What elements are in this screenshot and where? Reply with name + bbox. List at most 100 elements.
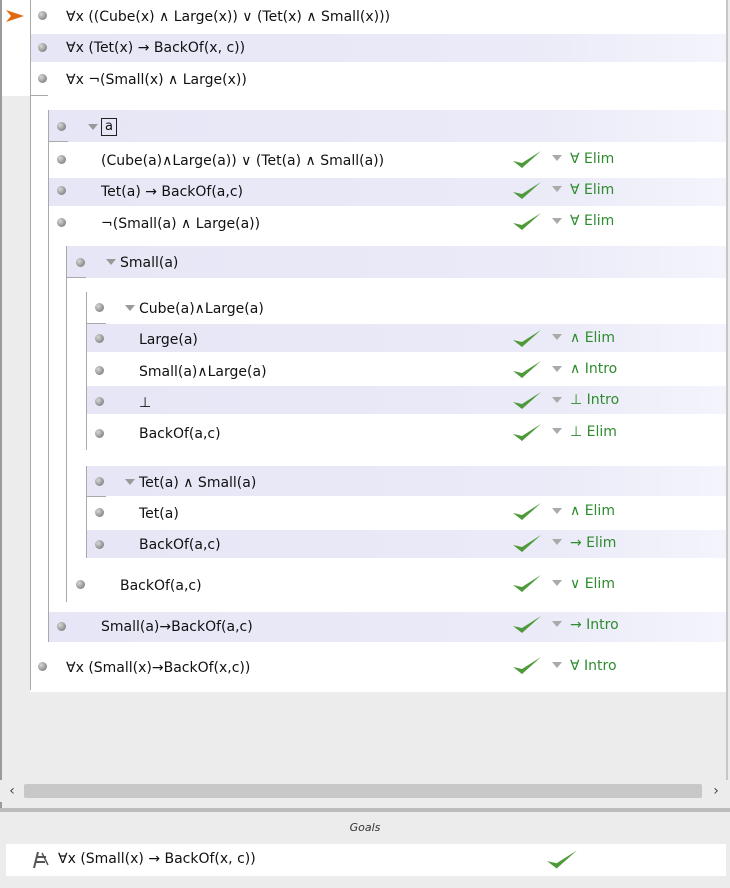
checkmark-icon — [513, 575, 541, 592]
step-focus-dot[interactable] — [57, 122, 66, 131]
checkmark-icon — [513, 535, 541, 552]
horizontal-scrollbar[interactable]: ‹ › — [0, 780, 730, 802]
checkmark-icon — [513, 616, 541, 633]
case1-scope-line — [86, 292, 87, 450]
collapse-triangle-icon[interactable] — [125, 305, 135, 311]
checkmark-icon — [513, 330, 541, 347]
rule-menu-triangle-icon[interactable] — [552, 155, 562, 161]
step-formula[interactable]: (Cube(a)∧Large(a)) ∨ (Tet(a) ∧ Small(a)) — [101, 152, 384, 170]
step-formula[interactable]: ¬(Small(a) ∧ Large(a)) — [101, 215, 260, 233]
chevron-right-icon[interactable]: › — [708, 782, 724, 800]
pane-right-border — [726, 0, 728, 780]
rule-menu-triangle-icon[interactable] — [552, 508, 562, 514]
step-focus-dot[interactable] — [57, 622, 66, 631]
checkmark-icon — [513, 503, 541, 520]
collapse-triangle-icon[interactable] — [106, 259, 116, 265]
rule-label[interactable]: ∀ Intro — [570, 657, 617, 675]
step-formula[interactable]: BackOf(a,c) — [120, 577, 202, 595]
case2-scope-line — [86, 466, 87, 558]
step-focus-dot[interactable] — [38, 74, 47, 83]
step-focus-dot[interactable] — [95, 366, 104, 375]
rule-label[interactable]: ⊥ Intro — [570, 391, 619, 409]
goal-turnstile-icon — [33, 851, 49, 869]
step-focus-dot[interactable] — [38, 662, 47, 671]
premise-fitch-bar — [30, 95, 48, 96]
premise-formula[interactable]: ∀x (Tet(x) → BackOf(x, c)) — [66, 39, 245, 57]
rule-menu-triangle-icon[interactable] — [552, 366, 562, 372]
boxed-constant: a — [101, 118, 117, 136]
subproof-small-scope-line — [66, 246, 67, 602]
step-formula[interactable]: BackOf(a,c) — [139, 536, 221, 554]
rule-label[interactable]: ⊥ Elim — [570, 423, 617, 441]
rule-menu-triangle-icon[interactable] — [552, 397, 562, 403]
step-focus-dot[interactable] — [57, 186, 66, 195]
step-formula[interactable]: Small(a)∧Large(a) — [139, 363, 267, 381]
step-formula[interactable]: Small(a)→BackOf(a,c) — [101, 618, 253, 636]
step-focus-dot[interactable] — [95, 397, 104, 406]
rule-label[interactable]: ∨ Elim — [570, 575, 615, 593]
rule-label[interactable]: → Elim — [570, 534, 616, 552]
row-band — [48, 110, 726, 142]
rule-label[interactable]: → Intro — [570, 616, 619, 634]
rule-label[interactable]: ∀ Elim — [570, 181, 614, 199]
collapse-triangle-icon[interactable] — [125, 479, 135, 485]
case1-fitch-bar — [86, 323, 106, 324]
step-focus-dot[interactable] — [95, 303, 104, 312]
rule-label[interactable]: ∧ Elim — [570, 502, 615, 520]
subproof-small-fitch-bar — [66, 277, 86, 278]
assumption-formula[interactable]: Small(a) — [120, 254, 178, 272]
step-focus-dot[interactable] — [76, 258, 85, 267]
step-formula[interactable]: BackOf(a,c) — [139, 425, 221, 443]
checkmark-icon — [547, 850, 577, 869]
checkmark-icon — [513, 182, 541, 199]
step-focus-dot[interactable] — [57, 155, 66, 164]
checkmark-icon — [513, 151, 541, 168]
step-focus-dot[interactable] — [76, 580, 85, 589]
proof-pane: ∀x ((Cube(x) ∧ Large(x)) ∨ (Tet(x) ∧ Sma… — [0, 0, 730, 808]
chevron-left-icon[interactable]: ‹ — [4, 782, 20, 800]
step-formula[interactable]: Tet(a) → BackOf(a,c) — [101, 183, 243, 201]
step-focus-dot[interactable] — [38, 11, 47, 20]
rule-menu-triangle-icon[interactable] — [552, 621, 562, 627]
step-formula[interactable]: ⊥ — [139, 394, 151, 412]
main-scope-line — [30, 0, 31, 690]
step-focus-dot[interactable] — [95, 477, 104, 486]
step-focus-dot[interactable] — [95, 508, 104, 517]
rule-menu-triangle-icon[interactable] — [552, 334, 562, 340]
assumption-formula[interactable]: Cube(a)∧Large(a) — [139, 300, 264, 318]
case2-fitch-bar — [86, 496, 106, 497]
collapse-triangle-icon[interactable] — [88, 124, 98, 130]
step-focus-dot[interactable] — [95, 334, 104, 343]
proof-area: ∀x ((Cube(x) ∧ Large(x)) ∨ (Tet(x) ∧ Sma… — [0, 0, 726, 780]
goal-formula[interactable]: ∀x (Small(x) → BackOf(x, c)) — [58, 851, 256, 867]
checkmark-icon — [513, 361, 541, 378]
step-focus-dot[interactable] — [95, 429, 104, 438]
rule-label[interactable]: ∧ Intro — [570, 360, 617, 378]
rule-menu-triangle-icon[interactable] — [552, 218, 562, 224]
rule-label[interactable]: ∀ Elim — [570, 150, 614, 168]
checkmark-icon — [513, 213, 541, 230]
step-focus-dot[interactable] — [57, 218, 66, 227]
step-formula[interactable]: Tet(a) — [139, 505, 179, 523]
rule-menu-triangle-icon[interactable] — [552, 662, 562, 668]
rule-menu-triangle-icon[interactable] — [552, 539, 562, 545]
scrollbar-thumb[interactable] — [24, 784, 702, 798]
step-focus-dot[interactable] — [95, 540, 104, 549]
assumption-formula[interactable]: Tet(a) ∧ Small(a) — [139, 474, 256, 492]
rule-label[interactable]: ∧ Elim — [570, 329, 615, 347]
premise-formula[interactable]: ∀x ((Cube(x) ∧ Large(x)) ∨ (Tet(x) ∧ Sma… — [66, 8, 390, 26]
rule-label[interactable]: ∀ Elim — [570, 212, 614, 230]
rule-menu-triangle-icon[interactable] — [552, 428, 562, 434]
premise-formula[interactable]: ∀x ¬(Small(x) ∧ Large(x)) — [66, 71, 247, 89]
row-band — [86, 386, 726, 414]
step-formula[interactable]: Large(a) — [139, 331, 198, 349]
step-focus-dot[interactable] — [38, 43, 47, 52]
subproof-a-scope-line — [48, 110, 49, 642]
rule-menu-triangle-icon[interactable] — [552, 186, 562, 192]
subproof-a-fitch-bar — [48, 141, 68, 142]
arrow-pointer-icon — [6, 10, 24, 22]
boxed-constant-assumption[interactable]: a — [101, 117, 117, 136]
step-formula[interactable]: ∀x (Small(x)→BackOf(x,c)) — [66, 659, 250, 677]
rule-menu-triangle-icon[interactable] — [552, 580, 562, 586]
checkmark-icon — [513, 424, 541, 441]
